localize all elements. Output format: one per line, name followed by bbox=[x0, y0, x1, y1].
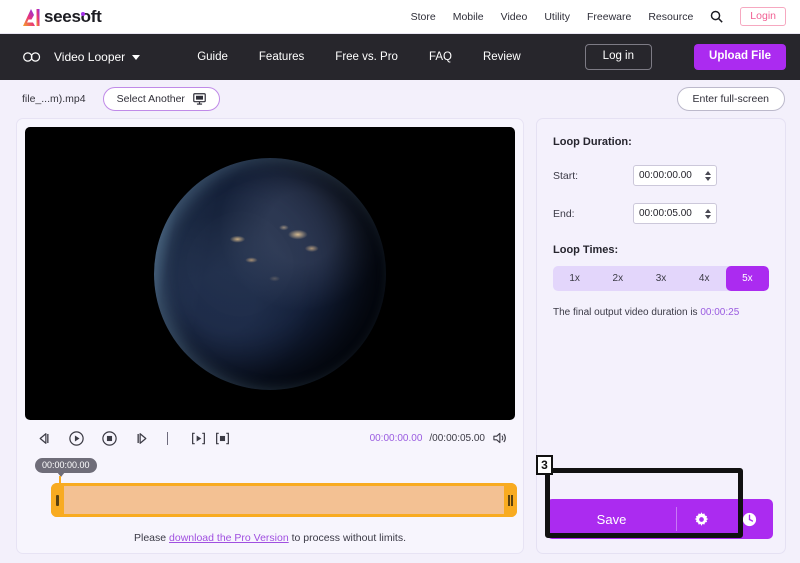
end-field-row: End: 00:00:05.00 bbox=[553, 203, 769, 224]
top-nav-item-mobile[interactable]: Mobile bbox=[453, 11, 484, 23]
output-settings-button[interactable] bbox=[677, 511, 725, 528]
nav-item-guide[interactable]: Guide bbox=[197, 51, 228, 63]
play-button[interactable] bbox=[68, 430, 85, 447]
start-label: Start: bbox=[553, 169, 579, 182]
preview-card: 00:00:00.00 /00:00:05.00 00:00:00.00 Ple… bbox=[16, 118, 524, 554]
video-preview[interactable] bbox=[25, 127, 515, 420]
save-zone: Save bbox=[547, 499, 773, 539]
end-time-value: 00:00:05.00 bbox=[639, 208, 692, 219]
chevron-up-icon[interactable] bbox=[705, 208, 711, 213]
product-nav-links: Guide Features Free vs. Pro FAQ Review L… bbox=[197, 44, 786, 70]
upload-file-button[interactable]: Upload File bbox=[694, 44, 786, 70]
grip-icon bbox=[56, 494, 59, 506]
log-in-button[interactable]: Log in bbox=[584, 44, 653, 70]
loop-settings-panel: Loop Duration: Start: 00:00:00.00 End: 0… bbox=[536, 118, 786, 554]
final-duration-value: 00:00:25 bbox=[700, 307, 740, 318]
top-nav-item-resource[interactable]: Resource bbox=[648, 11, 693, 23]
top-nav: Store Mobile Video Utility Freeware Reso… bbox=[411, 7, 786, 26]
trim-handle-end[interactable] bbox=[504, 483, 517, 517]
save-button-label: Save bbox=[596, 511, 627, 527]
end-time-stepper[interactable] bbox=[705, 208, 711, 219]
top-bar: seesoft Store Mobile Video Utility Freew… bbox=[0, 0, 800, 34]
select-another-button[interactable]: Select Another bbox=[102, 87, 220, 111]
search-icon[interactable] bbox=[710, 10, 724, 23]
fast-forward-button[interactable] bbox=[134, 430, 151, 447]
timeline-tooltip: 00:00:00.00 bbox=[35, 458, 97, 477]
stop-button[interactable] bbox=[101, 430, 118, 447]
chevron-down-icon[interactable] bbox=[705, 176, 711, 181]
nav-item-faq[interactable]: FAQ bbox=[429, 51, 452, 63]
chevron-down-icon bbox=[132, 54, 141, 60]
top-nav-item-video[interactable]: Video bbox=[501, 11, 528, 23]
loop-option-5x[interactable]: 5x bbox=[725, 266, 769, 291]
logo-wordmark: seesoft bbox=[44, 7, 102, 26]
final-duration-prefix: The final output video duration is bbox=[553, 307, 701, 318]
select-another-label: Select Another bbox=[116, 92, 185, 105]
trim-handle-start[interactable] bbox=[51, 483, 64, 517]
top-nav-item-store[interactable]: Store bbox=[411, 11, 436, 23]
aiseesoft-logo-icon bbox=[23, 8, 40, 26]
task-history-button[interactable] bbox=[725, 511, 773, 528]
file-name-label: file_...m).mp4 bbox=[22, 93, 86, 105]
rewind-button[interactable] bbox=[35, 430, 52, 447]
marker-controls bbox=[190, 430, 231, 447]
logo-dot-icon bbox=[80, 11, 85, 16]
end-time-input[interactable]: 00:00:05.00 bbox=[633, 203, 717, 224]
main-area: 00:00:00.00 /00:00:05.00 00:00:00.00 Ple… bbox=[0, 118, 800, 554]
loop-option-1x[interactable]: 1x bbox=[553, 266, 596, 291]
set-end-marker-button[interactable] bbox=[214, 430, 231, 447]
product-name-label: Video Looper bbox=[54, 50, 126, 64]
product-nav-bar: Video Looper Guide Features Free vs. Pro… bbox=[0, 34, 800, 80]
controls-divider bbox=[167, 431, 168, 445]
start-time-stepper[interactable] bbox=[705, 170, 711, 181]
grip-icon bbox=[508, 494, 513, 506]
loop-times-title: Loop Times: bbox=[553, 244, 619, 256]
loop-duration-title: Loop Duration: bbox=[553, 136, 632, 148]
loop-option-3x[interactable]: 3x bbox=[639, 266, 682, 291]
clock-icon bbox=[742, 512, 756, 526]
loop-icon bbox=[23, 52, 41, 62]
nav-item-features[interactable]: Features bbox=[259, 51, 304, 63]
end-label: End: bbox=[553, 207, 575, 220]
time-display: 00:00:00.00 /00:00:05.00 bbox=[370, 431, 507, 445]
save-button[interactable]: Save bbox=[547, 499, 773, 539]
start-time-value: 00:00:00.00 bbox=[639, 170, 692, 181]
start-time-input[interactable]: 00:00:00.00 bbox=[633, 165, 717, 186]
chevron-down-icon[interactable] bbox=[705, 214, 711, 219]
loop-option-2x[interactable]: 2x bbox=[596, 266, 639, 291]
video-frame-earth bbox=[154, 157, 386, 390]
player-controls: 00:00:00.00 /00:00:05.00 bbox=[25, 420, 515, 456]
timeline[interactable]: 00:00:00.00 bbox=[25, 456, 517, 534]
pro-version-note: Please download the Pro Version to proce… bbox=[25, 532, 515, 553]
start-field-row: Start: 00:00:00.00 bbox=[553, 165, 769, 186]
enter-fullscreen-button[interactable]: Enter full-screen bbox=[676, 86, 785, 112]
loop-option-4x[interactable]: 4x bbox=[683, 266, 726, 291]
volume-icon[interactable] bbox=[492, 431, 507, 445]
final-duration-note: The final output video duration is 00:00… bbox=[553, 307, 769, 318]
nav-item-review[interactable]: Review bbox=[483, 51, 521, 63]
loop-times-selector: 1x 2x 3x 4x 5x bbox=[553, 266, 769, 291]
gear-icon bbox=[694, 511, 708, 526]
file-row: file_...m).mp4 Select Another Enter full… bbox=[0, 80, 800, 118]
login-button[interactable]: Login bbox=[740, 7, 786, 26]
monitor-icon bbox=[193, 93, 206, 105]
set-start-marker-button[interactable] bbox=[190, 430, 207, 447]
total-time-label: /00:00:05.00 bbox=[429, 432, 485, 444]
chevron-up-icon[interactable] bbox=[705, 170, 711, 175]
current-time-label: 00:00:00.00 bbox=[369, 432, 423, 444]
nav-item-free-vs-pro[interactable]: Free vs. Pro bbox=[335, 51, 398, 63]
top-nav-item-freeware[interactable]: Freeware bbox=[587, 11, 631, 23]
trim-range-bar[interactable] bbox=[51, 483, 517, 517]
brand-logo[interactable]: seesoft bbox=[22, 7, 102, 27]
top-nav-item-utility[interactable]: Utility bbox=[544, 11, 570, 23]
product-name-dropdown[interactable]: Video Looper bbox=[54, 50, 141, 64]
